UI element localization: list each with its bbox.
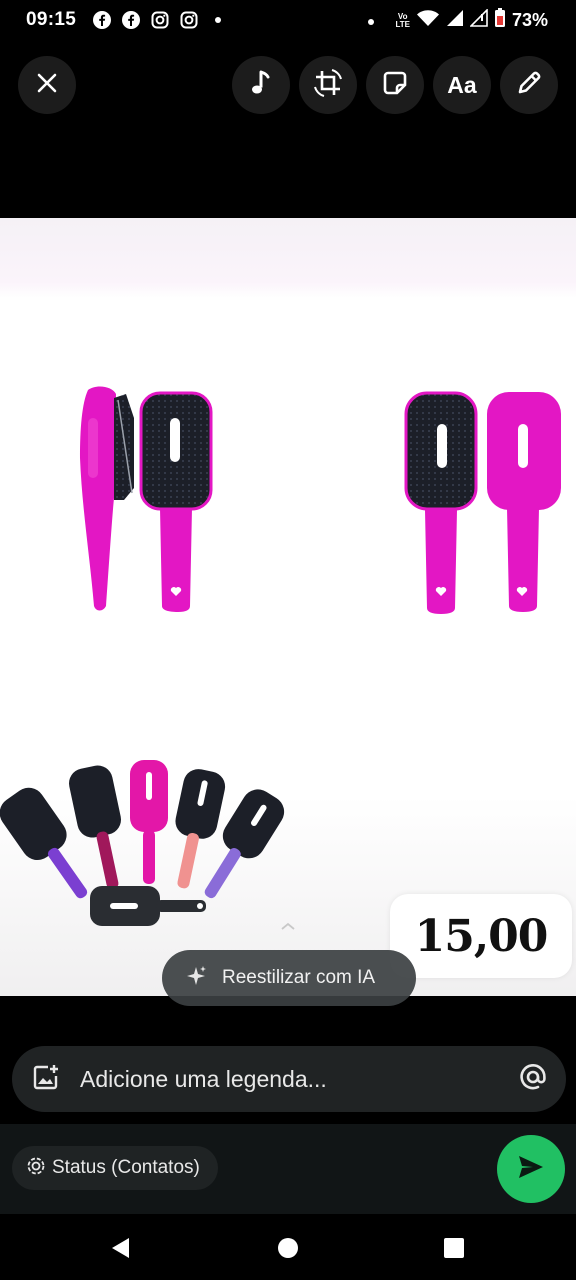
status-time: 09:15 — [26, 9, 77, 30]
close-button[interactable] — [18, 56, 76, 114]
crop-rotate-button[interactable] — [299, 56, 357, 114]
restyle-ai-label: Reestilizar com IA — [222, 967, 376, 988]
status-ring-icon — [26, 1156, 46, 1181]
price-tag: 15,00 — [390, 894, 572, 978]
status-bar: 09:15 Vo LTE 73% — [0, 0, 576, 40]
brush-front-a — [139, 391, 213, 612]
price-text: 15,00 — [414, 910, 549, 962]
system-nav-bar — [0, 1214, 576, 1280]
brush-front-b — [404, 391, 478, 614]
close-icon — [36, 72, 58, 99]
chevron-up-icon[interactable] — [280, 918, 296, 930]
music-note-icon — [250, 70, 272, 101]
send-button[interactable] — [497, 1135, 565, 1203]
add-image-icon[interactable] — [32, 1063, 60, 1096]
status-audience-chip[interactable]: Status (Contatos) — [12, 1146, 218, 1190]
crop-rotate-icon — [312, 67, 344, 104]
status-indicators: Vo LTE 73% — [367, 8, 548, 33]
music-button[interactable] — [232, 56, 290, 114]
back-nav-button[interactable] — [108, 1236, 132, 1260]
send-icon — [517, 1154, 545, 1185]
restyle-ai-button[interactable]: Reestilizar com IA — [162, 950, 416, 1006]
facebook-icon — [121, 10, 141, 30]
at-icon[interactable] — [518, 1062, 548, 1097]
sparkle-icon — [184, 964, 208, 993]
facebook-icon — [92, 10, 112, 30]
caption-input[interactable]: Adicione uma legenda... — [12, 1046, 566, 1112]
pencil-icon — [516, 70, 542, 101]
status-audience-label: Status (Contatos) — [52, 1157, 200, 1178]
home-nav-button[interactable] — [276, 1236, 300, 1260]
media-preview[interactable]: 15,00 — [0, 218, 576, 996]
dot-icon — [208, 10, 228, 30]
text-tool-label: Aa — [447, 71, 477, 98]
signal-icon — [446, 9, 464, 32]
brush-back — [487, 392, 561, 612]
instagram-icon — [150, 10, 170, 30]
volte-indicator: Vo LTE — [395, 11, 410, 29]
signal-icon — [469, 8, 488, 32]
editor-toolbar: Aa — [0, 56, 576, 114]
caption-placeholder: Adicione uma legenda... — [80, 1065, 327, 1092]
wifi-icon — [416, 9, 440, 32]
dot-icon — [367, 10, 375, 31]
instagram-icon — [179, 10, 199, 30]
battery-icon — [494, 8, 506, 33]
draw-button[interactable] — [500, 56, 558, 114]
brush-side-view — [80, 386, 134, 611]
text-button[interactable]: Aa — [433, 56, 491, 114]
bottom-bar: Status (Contatos) — [0, 1124, 576, 1214]
recents-nav-button[interactable] — [442, 1236, 466, 1260]
sticker-button[interactable] — [366, 56, 424, 114]
product-photo — [0, 386, 561, 926]
battery-percent: 73% — [511, 10, 548, 30]
brush-fan — [0, 760, 285, 926]
notification-icons — [92, 10, 228, 30]
sticker-icon — [381, 69, 409, 102]
